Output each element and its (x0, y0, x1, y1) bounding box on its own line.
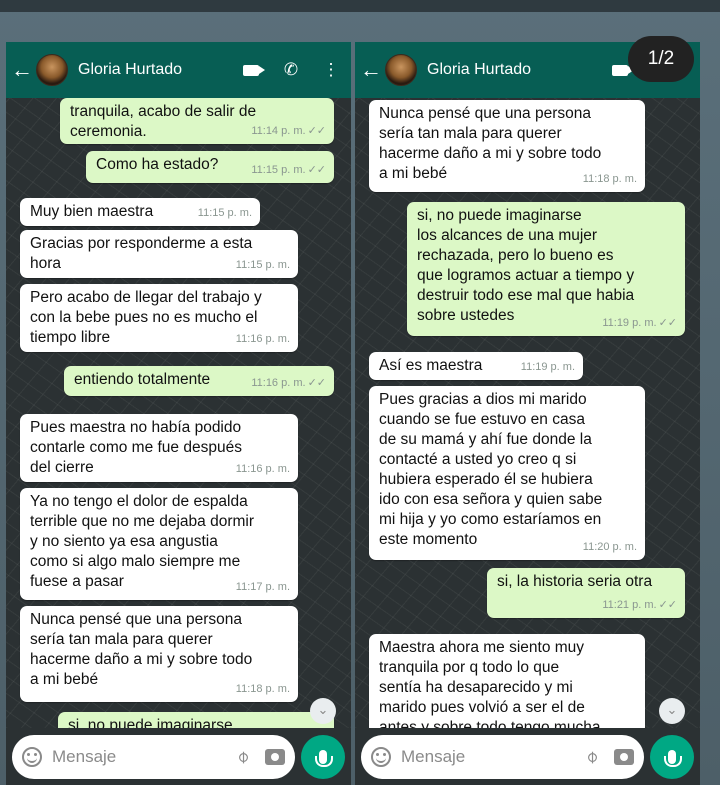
message-text: Pues gracias a dios mi marido cuando se … (379, 391, 603, 548)
message-time: 11:19 p. m. (520, 361, 575, 373)
message-time: 11:20 p. m. (582, 541, 637, 553)
chat-header: ← Gloria Hurtado ✆ ⋮ (6, 42, 351, 98)
message-time: 11:17 p. m. (235, 581, 290, 593)
message-list[interactable]: tranquila, acabo de salir de ceremonia. … (6, 98, 351, 728)
avatar[interactable] (385, 54, 417, 86)
message-text: si, no puede imaginarse los alcances de … (417, 207, 635, 324)
read-ticks-icon: ✓✓ (658, 317, 677, 329)
message-time: 11:15 p. m. (251, 164, 306, 176)
message-bubble[interactable]: si, la historia seria otra 11:21 p. m. ✓✓ (487, 568, 685, 618)
chat-screen-left: ← Gloria Hurtado ✆ ⋮ tranquila, acabo de… (6, 42, 351, 785)
video-call-icon[interactable] (231, 60, 271, 80)
message-time: 11:16 p. m. (235, 333, 290, 345)
scroll-down-icon[interactable]: ⌄ (659, 698, 685, 724)
attach-clip-icon[interactable]: ⌀ (576, 741, 607, 772)
emoji-icon[interactable] (371, 746, 391, 767)
mic-icon (315, 749, 333, 767)
message-list[interactable]: Nunca pensé que una persona sería tan ma… (355, 98, 700, 728)
message-input[interactable]: Mensaje ⌀ (12, 734, 295, 779)
message-bubble[interactable]: Gracias por responderme a esta hora 11:1… (20, 230, 298, 278)
emoji-icon[interactable] (22, 746, 42, 767)
status-bar (0, 0, 720, 12)
composer: Mensaje ⌀ (6, 728, 351, 785)
chat-screen-right: ← Gloria Hurtado Nunca pensé que una per… (355, 42, 700, 785)
message-time: 11:18 p. m. (235, 683, 290, 695)
back-arrow-icon[interactable]: ← (8, 57, 36, 83)
message-time: 11:19 p. m. (602, 317, 657, 329)
message-bubble[interactable]: si, no puede imaginarse (58, 712, 334, 728)
read-ticks-icon: ✓✓ (307, 164, 326, 176)
contact-name[interactable]: Gloria Hurtado (427, 61, 600, 79)
message-bubble[interactable]: Pues gracias a dios mi marido cuando se … (369, 386, 645, 560)
message-input[interactable]: Mensaje ⌀ (361, 734, 644, 779)
message-bubble[interactable]: Pero acabo de llegar del trabajo y con l… (20, 284, 298, 352)
avatar[interactable] (36, 54, 68, 86)
read-ticks-icon: ✓✓ (307, 125, 326, 137)
back-arrow-icon[interactable]: ← (357, 57, 385, 83)
message-time: 11:21 p. m. (602, 599, 657, 611)
input-placeholder[interactable]: Mensaje (52, 747, 231, 767)
message-bubble[interactable]: Pues maestra no había podido contarle co… (20, 414, 298, 482)
message-bubble[interactable]: si, no puede imaginarse los alcances de … (407, 202, 685, 336)
read-ticks-icon: ✓✓ (658, 599, 677, 611)
mic-button[interactable] (301, 734, 345, 779)
message-bubble[interactable]: Maestra ahora me siento muy tranquila po… (369, 634, 645, 728)
message-text: Nunca pensé que una persona sería tan ma… (30, 611, 253, 688)
message-bubble[interactable]: Como ha estado? 11:15 p. m. ✓✓ (86, 151, 334, 183)
message-time: 11:18 p. m. (582, 173, 637, 185)
camera-icon[interactable] (265, 748, 285, 765)
message-bubble[interactable]: tranquila, acabo de salir de ceremonia. … (60, 98, 334, 144)
message-bubble[interactable]: Nunca pensé que una persona sería tan ma… (20, 606, 298, 702)
mic-button[interactable] (650, 734, 694, 779)
message-time: 11:16 p. m. (251, 377, 306, 389)
camera-icon[interactable] (614, 748, 634, 765)
message-text: si, no puede imaginarse (68, 717, 233, 728)
message-bubble[interactable]: Muy bien maestra 11:15 p. m. (20, 198, 260, 226)
mic-icon (664, 749, 682, 767)
attach-clip-icon[interactable]: ⌀ (227, 741, 258, 772)
message-time: 11:16 p. m. (235, 463, 290, 475)
read-ticks-icon: ✓✓ (307, 377, 326, 389)
message-bubble[interactable]: Así es maestra 11:19 p. m. (369, 352, 583, 380)
phone-call-icon[interactable]: ✆ (271, 60, 311, 80)
message-time: 11:15 p. m. (197, 207, 252, 219)
message-bubble[interactable]: Nunca pensé que una persona sería tan ma… (369, 100, 645, 192)
message-time: 11:14 p. m. (251, 125, 306, 137)
message-text: Maestra ahora me siento muy tranquila po… (379, 639, 601, 728)
more-options-icon[interactable]: ⋮ (311, 60, 351, 80)
scroll-down-icon[interactable]: ⌄ (310, 698, 336, 724)
page-indicator-badge: 1/2 (628, 36, 694, 82)
input-placeholder[interactable]: Mensaje (401, 747, 580, 767)
message-bubble[interactable]: entiendo totalmente 11:16 p. m. ✓✓ (64, 366, 334, 396)
message-text: si, la historia seria otra (497, 573, 653, 590)
composer: Mensaje ⌀ (355, 728, 700, 785)
message-bubble[interactable]: Ya no tengo el dolor de espalda terrible… (20, 488, 298, 600)
contact-name[interactable]: Gloria Hurtado (78, 61, 231, 79)
message-time: 11:15 p. m. (235, 259, 290, 271)
